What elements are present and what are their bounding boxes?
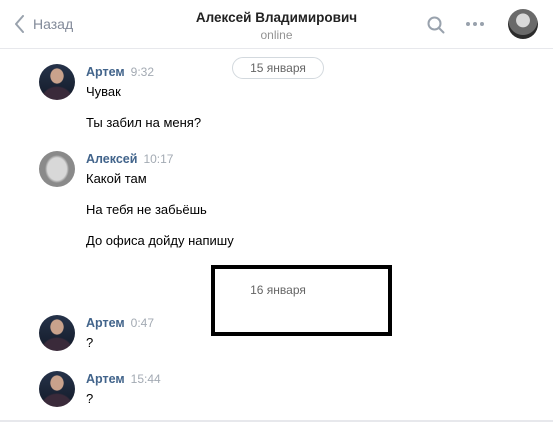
message-time: 15:44 <box>130 372 161 386</box>
message-text: ? <box>86 335 94 350</box>
date-separator: 15 января <box>232 57 324 79</box>
avatar[interactable] <box>39 371 75 407</box>
message-text: Какой там <box>86 171 147 186</box>
more-horizontal-icon[interactable] <box>465 21 485 27</box>
message-text: Чувак <box>86 84 121 99</box>
message-text: До офиса дойду напишу <box>86 233 234 248</box>
author-name[interactable]: Артем <box>86 372 125 386</box>
message-time: 0:47 <box>130 316 155 330</box>
highlight-box <box>211 265 392 336</box>
avatar[interactable] <box>39 151 75 187</box>
back-label: Назад <box>33 16 74 32</box>
message-meta: Артем 0:47 <box>86 316 154 330</box>
chevron-left-icon <box>15 15 24 33</box>
message-text: Ты забил на меня? <box>86 115 202 130</box>
author-name[interactable]: Артем <box>86 316 125 330</box>
message-text: На тебя не забьёшь <box>86 202 207 217</box>
message-time: 10:17 <box>143 152 174 166</box>
online-status: online <box>260 28 293 42</box>
message-time: 9:32 <box>130 65 155 79</box>
contact-avatar[interactable] <box>508 9 538 39</box>
message-meta: Артем 9:32 <box>86 65 154 79</box>
author-name[interactable]: Алексей <box>86 152 137 166</box>
message-meta: Артем 15:44 <box>86 372 161 386</box>
chat-title-block[interactable]: Алексей Владимирович online <box>150 9 403 43</box>
date-separator: 16 января <box>250 283 306 297</box>
chat-header: Назад Алексей Владимирович online <box>0 0 553 49</box>
author-name[interactable]: Артем <box>86 65 125 79</box>
avatar[interactable] <box>39 64 75 100</box>
back-button[interactable]: Назад <box>14 13 73 35</box>
search-icon[interactable] <box>427 16 445 34</box>
chat-title: Алексей Владимирович <box>195 10 358 25</box>
message-meta: Алексей 10:17 <box>86 152 173 166</box>
message-text: ? <box>86 391 94 406</box>
avatar[interactable] <box>39 315 75 351</box>
